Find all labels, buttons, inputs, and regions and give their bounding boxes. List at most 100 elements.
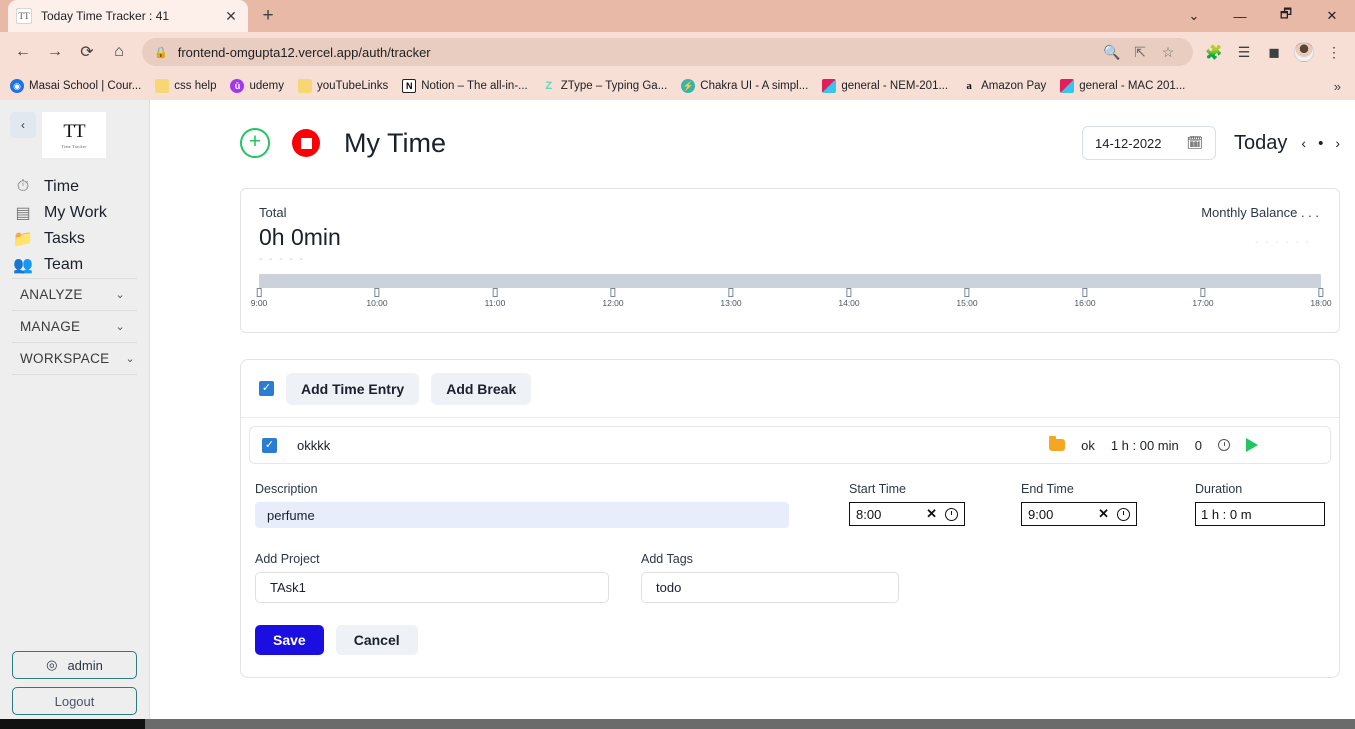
close-window-icon[interactable]: ✕: [1309, 0, 1355, 32]
calendar-icon[interactable]: 🗓: [1187, 135, 1204, 151]
timeline-tick: 16:00: [1074, 288, 1096, 308]
chakra-icon: ⚡: [681, 79, 696, 93]
description-input[interactable]: perfume: [255, 502, 789, 528]
bookmark-item[interactable]: css help: [155, 79, 216, 93]
main-content: + My Time 14-12-2022 🗓 Today ‹ • › Total…: [150, 100, 1355, 729]
chevron-down-icon[interactable]: ⌄: [1171, 0, 1217, 32]
add-break-button[interactable]: Add Break: [431, 372, 532, 405]
puzzle-icon[interactable]: 🧩: [1201, 39, 1227, 65]
start-time-input[interactable]: 8:00 ✕: [849, 502, 965, 526]
kebab-menu-icon[interactable]: ⋮: [1321, 39, 1347, 65]
duration-input[interactable]: 1 h : 0 m: [1195, 502, 1325, 526]
start-time-value: 8:00: [856, 506, 882, 522]
tick-label: 15:00: [956, 298, 978, 308]
sidebar-collapse-button[interactable]: ‹: [10, 112, 36, 138]
side-panel-icon[interactable]: ◼: [1261, 39, 1287, 65]
prev-day-button[interactable]: ‹: [1301, 135, 1306, 151]
people-icon: 👥: [13, 257, 33, 274]
timeline-tick: 9:00: [251, 288, 267, 308]
bookmark-item[interactable]: general - NEM-201...: [822, 79, 948, 93]
monthly-balance-label[interactable]: Monthly Balance . . .: [1201, 205, 1319, 220]
bookmark-item[interactable]: general - MAC 201...: [1060, 79, 1185, 93]
clock-icon[interactable]: [1218, 439, 1230, 451]
sidebar-item-time[interactable]: ⏱ Time: [0, 174, 149, 200]
amazon-icon: a: [966, 80, 972, 92]
browser-toolbar: ← → ⟳ ⌂ 🔒 frontend-omgupta12.vercel.app/…: [0, 32, 1355, 72]
bookmarks-overflow-icon[interactable]: »: [1334, 79, 1345, 94]
timeline-tick: 13:00: [720, 288, 742, 308]
bookmark-label: Masai School | Cour...: [29, 80, 142, 92]
add-project-input[interactable]: TAsk1: [255, 572, 609, 603]
bookmark-item[interactable]: youTubeLinks: [298, 79, 388, 93]
zoom-out-icon[interactable]: 🔍: [1099, 39, 1125, 65]
stopwatch-icon: ⏱: [16, 178, 30, 195]
forward-icon[interactable]: →: [40, 37, 70, 67]
tick-label: 13:00: [720, 298, 742, 308]
bookmark-label: general - NEM-201...: [841, 80, 949, 92]
star-icon[interactable]: ☆: [1155, 39, 1181, 65]
tick-mark-icon: [1200, 288, 1206, 297]
share-icon[interactable]: ⇱: [1127, 39, 1153, 65]
row-checkbox[interactable]: ✓: [262, 437, 277, 453]
next-day-button[interactable]: ›: [1335, 135, 1340, 151]
play-icon[interactable]: [1246, 438, 1258, 452]
entry-count: 0: [1194, 437, 1202, 453]
end-time-input[interactable]: 9:00 ✕: [1021, 502, 1137, 526]
date-picker[interactable]: 14-12-2022 🗓: [1082, 126, 1217, 160]
clock-icon[interactable]: [1117, 507, 1130, 521]
tab-close-icon[interactable]: ✕: [222, 9, 240, 23]
clock-icon[interactable]: [945, 507, 958, 521]
new-tab-button[interactable]: +: [254, 2, 282, 30]
browser-tab[interactable]: TT Today Time Tracker : 41 ✕: [8, 0, 248, 32]
add-time-entry-button[interactable]: Add Time Entry: [286, 372, 420, 405]
today-label[interactable]: Today: [1234, 132, 1287, 155]
stop-record-icon[interactable]: [292, 129, 320, 157]
bookmark-item[interactable]: ⚡ Chakra UI - A simpl...: [681, 79, 808, 93]
address-bar[interactable]: 🔒 frontend-omgupta12.vercel.app/auth/tra…: [142, 38, 1193, 66]
timeline-tick: 15:00: [956, 288, 978, 308]
sidebar-section-analyze[interactable]: ANALYZE ⌄: [12, 278, 137, 310]
sidebar-section-workspace[interactable]: WORKSPACE ⌄: [12, 342, 137, 374]
end-time-field: End Time 9:00 ✕: [1021, 482, 1137, 526]
select-all-checkbox[interactable]: ✓: [259, 381, 274, 396]
sidebar-item-tasks[interactable]: 📁 Tasks: [0, 226, 149, 252]
bookmark-item[interactable]: ◉ Masai School | Cour...: [10, 79, 141, 93]
account-label: admin: [67, 657, 103, 673]
today-dot-button[interactable]: •: [1318, 135, 1323, 152]
page-content: ‹ TT Time Tracker ⏱ Time ▤ My Work 📁 Tas…: [0, 100, 1355, 729]
bookmark-item[interactable]: N Notion – The all-in-...: [402, 79, 528, 93]
tick-mark-icon: [610, 288, 616, 297]
maximize-icon[interactable]: 🗗: [1263, 0, 1309, 32]
sidebar-section-manage[interactable]: MANAGE ⌄: [12, 310, 137, 342]
sidebar-item-label: Team: [44, 256, 84, 273]
avatar[interactable]: [1291, 39, 1317, 65]
add-tags-input[interactable]: todo: [641, 572, 899, 603]
bookmark-item[interactable]: a Amazon Pay: [962, 79, 1046, 93]
sidebar-nav: ⏱ Time ▤ My Work 📁 Tasks 👥 Team: [0, 174, 149, 278]
cancel-button[interactable]: Cancel: [335, 625, 418, 655]
logo-mark: TT: [63, 120, 85, 142]
home-icon[interactable]: ⌂: [104, 37, 134, 67]
reading-list-icon[interactable]: ☰: [1231, 39, 1257, 65]
back-icon[interactable]: ←: [8, 37, 38, 67]
plus-circle-icon[interactable]: +: [240, 128, 270, 158]
bookmark-label: Notion – The all-in-...: [421, 80, 528, 92]
tick-mark-icon: [374, 288, 380, 297]
reload-icon[interactable]: ⟳: [72, 37, 102, 67]
minimize-icon[interactable]: —: [1217, 0, 1263, 32]
clear-icon[interactable]: ✕: [1098, 506, 1109, 522]
tab-strip: TT Today Time Tracker : 41 ✕ + ⌄ — 🗗 ✕: [0, 0, 1355, 32]
clear-icon[interactable]: ✕: [926, 506, 937, 522]
bookmark-item[interactable]: ū udemy: [230, 79, 284, 93]
sidebar-item-my-work[interactable]: ▤ My Work: [0, 200, 149, 226]
bookmark-item[interactable]: Z ZType – Typing Ga...: [542, 79, 667, 93]
tick-mark-icon: [1082, 288, 1088, 297]
logout-button[interactable]: Logout: [12, 687, 137, 715]
table-row[interactable]: ✓ okkkk ok 1 h : 00 min 0: [249, 426, 1331, 464]
sidebar-item-team[interactable]: 👥 Team: [0, 252, 149, 278]
account-button[interactable]: ◎ admin: [12, 651, 137, 679]
save-button[interactable]: Save: [255, 625, 324, 655]
lock-icon: 🔒: [154, 46, 168, 59]
browser-window: TT Today Time Tracker : 41 ✕ + ⌄ — 🗗 ✕ ←…: [0, 0, 1355, 729]
timeline-tick: 12:00: [602, 288, 624, 308]
